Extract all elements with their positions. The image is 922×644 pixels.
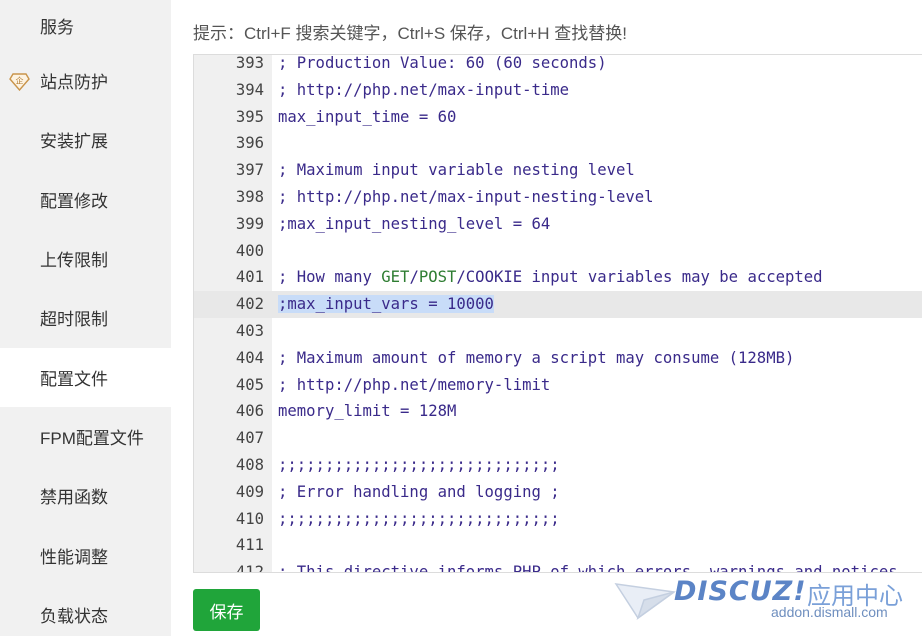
selection-highlight: ;max_input_vars = 10000 xyxy=(278,295,494,314)
paper-plane-icon xyxy=(614,583,676,620)
code-line[interactable]: 405 ; http://php.net/memory-limit xyxy=(194,372,922,399)
sidebar-item-label: FPM配置文件 xyxy=(40,429,144,448)
line-number: 409 xyxy=(235,482,264,501)
line-number: 411 xyxy=(235,536,264,555)
line-number: 400 xyxy=(235,241,264,260)
code-text: ;;;;;;;;;;;;;;;;;;;;;;;;;;;;;; xyxy=(278,509,560,528)
code-line[interactable]: 409 ; Error handling and logging ; xyxy=(194,479,922,506)
sidebar-item-config-edit[interactable]: 配置修改 xyxy=(0,170,171,229)
code-line[interactable]: 410;;;;;;;;;;;;;;;;;;;;;;;;;;;;;; xyxy=(194,506,922,533)
sidebar-item-label: 配置文件 xyxy=(40,370,108,389)
sidebar-item-disabled-functions[interactable]: 禁用函数 xyxy=(0,466,171,525)
line-number: 396 xyxy=(235,134,264,153)
code-line[interactable]: 402 ;max_input_vars = 10000 xyxy=(194,291,922,318)
sidebar-item-label: 禁用函数 xyxy=(40,488,108,507)
code-text: ;;;;;;;;;;;;;;;;;;;;;;;;;;;;;; xyxy=(278,456,560,474)
code-text: ;max_input_vars = 10000 xyxy=(278,291,494,318)
sidebar-item-fpm-config-file[interactable]: FPM配置文件 xyxy=(0,407,171,466)
line-number: 399 xyxy=(235,214,264,233)
save-button[interactable]: 保存 xyxy=(193,589,260,631)
code-line[interactable]: 394 ; http://php.net/max-input-time xyxy=(194,77,922,104)
code-text: ; Maximum amount of memory a script may … xyxy=(278,348,795,367)
code-line[interactable]: 407 xyxy=(194,425,922,452)
line-number: 395 xyxy=(235,107,264,126)
code-editor[interactable]: 393; Production Value: 60 (60 seconds) 39… xyxy=(193,54,922,573)
sidebar-item-label: 上传限制 xyxy=(40,251,108,270)
sidebar-item-label: 性能调整 xyxy=(40,548,108,567)
watermark-brand: DISCUZ! xyxy=(674,576,807,607)
code-text: max_input_time = 60 xyxy=(278,107,457,126)
line-number: 393 xyxy=(235,54,264,72)
watermark-url: addon.dismall.com xyxy=(771,604,888,620)
shortcut-tip: 提示：Ctrl+F 搜索关键字，Ctrl+S 保存，Ctrl+H 查找替换! xyxy=(193,24,627,43)
line-number: 412 xyxy=(235,563,264,573)
code-text: ; http://php.net/memory-limit xyxy=(278,375,551,394)
main-panel: 提示：Ctrl+F 搜索关键字，Ctrl+S 保存，Ctrl+H 查找替换! 3… xyxy=(171,0,922,636)
code-line[interactable]: 404 ; Maximum amount of memory a script m… xyxy=(194,345,922,372)
sidebar-item-site-protection[interactable]: 企 站点防护 xyxy=(0,51,171,110)
watermark: DISCUZ! 应用中心 addon.dismall.com xyxy=(614,574,904,636)
code-line[interactable]: 411 xyxy=(194,532,922,559)
sidebar-item-label: 配置修改 xyxy=(40,192,108,211)
code-line[interactable]: 395 max_input_time = 60 xyxy=(194,104,922,131)
sidebar: 服务企 站点防护安装扩展配置修改上传限制超时限制配置文件 FPM配置文件 禁用函数性能… xyxy=(0,0,171,636)
code-text: ; http://php.net/max-input-time xyxy=(278,80,570,99)
code-line[interactable]: 398 ; http://php.net/max-input-nesting-le… xyxy=(194,184,922,211)
sidebar-item-label: 安装扩展 xyxy=(40,132,108,151)
code-text: ;max_input_nesting_level = 64 xyxy=(278,214,551,233)
sidebar-item-timeout-limit[interactable]: 超时限制 xyxy=(0,288,171,347)
code-line[interactable]: 393 ; Production Value: 60 (60 seconds) xyxy=(194,54,922,77)
code-text: ; How many GET/POST/COOKIE input variabl… xyxy=(278,268,823,287)
code-line[interactable]: 406 memory_limit = 128M xyxy=(194,398,922,425)
sidebar-item-config-file[interactable]: 配置文件 xyxy=(0,348,171,407)
code-line[interactable]: 396 xyxy=(194,130,922,157)
code-text: ; This directive informs PHP of which er… xyxy=(278,563,898,573)
code-text: ; http://php.net/max-input-nesting-level xyxy=(278,188,654,206)
code-line[interactable]: 408;;;;;;;;;;;;;;;;;;;;;;;;;;;;;; xyxy=(194,452,922,479)
line-number: 394 xyxy=(235,80,264,99)
sidebar-item-install-extension[interactable]: 安装扩展 xyxy=(0,110,171,169)
line-number: 407 xyxy=(235,429,264,448)
code-text: ; Error handling and logging ; xyxy=(278,482,560,501)
sidebar-item-label: 服务 xyxy=(40,18,74,37)
code-line[interactable]: 400 xyxy=(194,238,922,265)
sidebar-item-upload-limit[interactable]: 上传限制 xyxy=(0,229,171,288)
sidebar-item-performance-tuning[interactable]: 性能调整 xyxy=(0,526,171,585)
sidebar-item-service[interactable]: 服务 xyxy=(0,0,171,55)
line-number: 402 xyxy=(235,295,264,314)
diamond-badge-icon: 企 xyxy=(9,72,30,91)
line-number: 401 xyxy=(235,268,264,287)
line-number: 403 xyxy=(235,322,264,340)
line-number: 408 xyxy=(235,456,264,474)
sidebar-item-load-status[interactable]: 负载状态 xyxy=(0,585,171,644)
sidebar-item-label: 负载状态 xyxy=(40,607,108,626)
sidebar-item-label: 站点防护 xyxy=(40,73,108,92)
svg-text:企: 企 xyxy=(16,75,24,85)
sidebar-item-label: 超时限制 xyxy=(40,310,108,329)
line-number: 406 xyxy=(235,402,264,421)
code-line[interactable]: 397 ; Maximum input variable nesting leve… xyxy=(194,157,922,184)
code-text: memory_limit = 128M xyxy=(278,402,457,421)
code-text: ; Production Value: 60 (60 seconds) xyxy=(278,54,607,72)
code-line[interactable]: 403 xyxy=(194,318,922,345)
line-number: 405 xyxy=(235,375,264,394)
line-number: 397 xyxy=(235,161,264,180)
code-line[interactable]: 412 ; This directive informs PHP of which… xyxy=(194,559,922,573)
line-number: 404 xyxy=(235,348,264,367)
code-text: ; Maximum input variable nesting level xyxy=(278,161,635,180)
code-line[interactable]: 399 ;max_input_nesting_level = 64 xyxy=(194,211,922,238)
code-line[interactable]: 401 ; How many GET/POST/COOKIE input vari… xyxy=(194,264,922,291)
line-number: 398 xyxy=(235,188,264,206)
line-number: 410 xyxy=(235,509,264,528)
